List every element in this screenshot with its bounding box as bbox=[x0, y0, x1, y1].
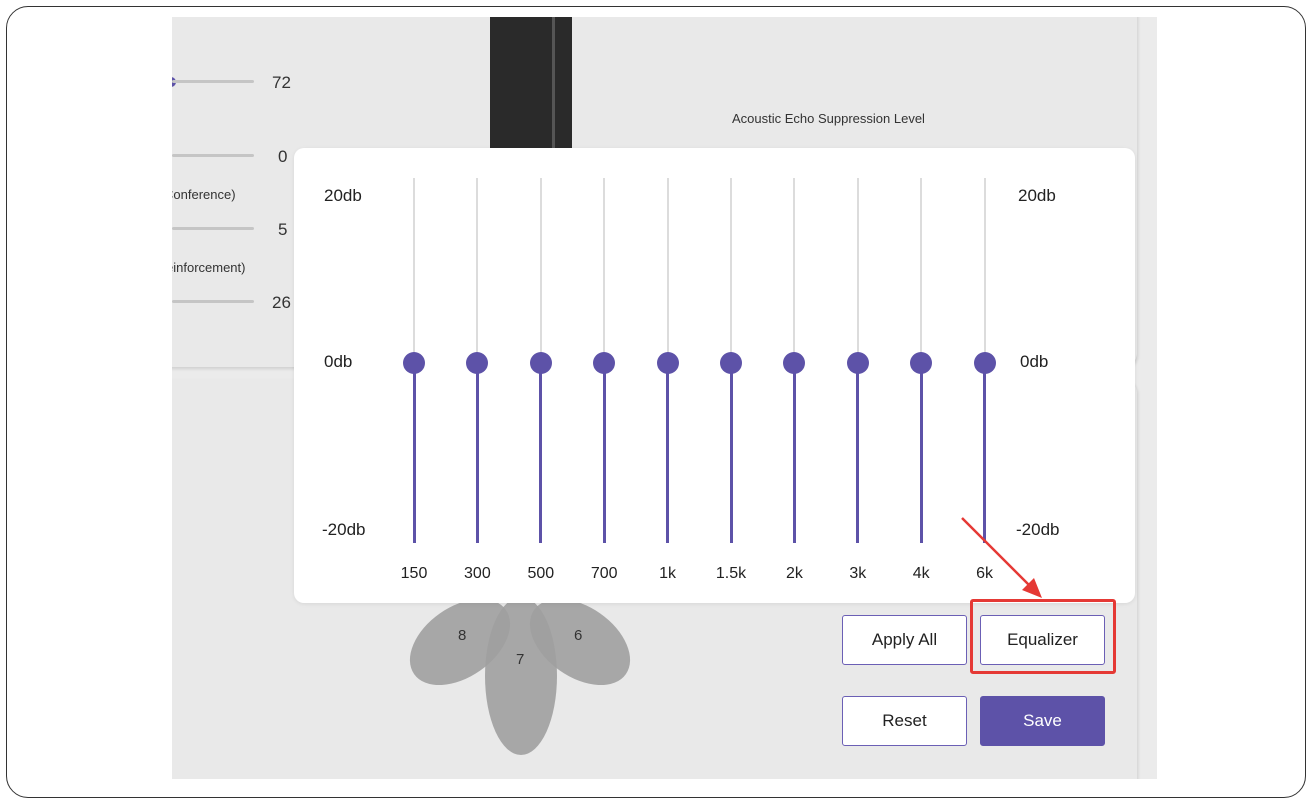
annotation-arrow bbox=[961, 517, 1042, 598]
